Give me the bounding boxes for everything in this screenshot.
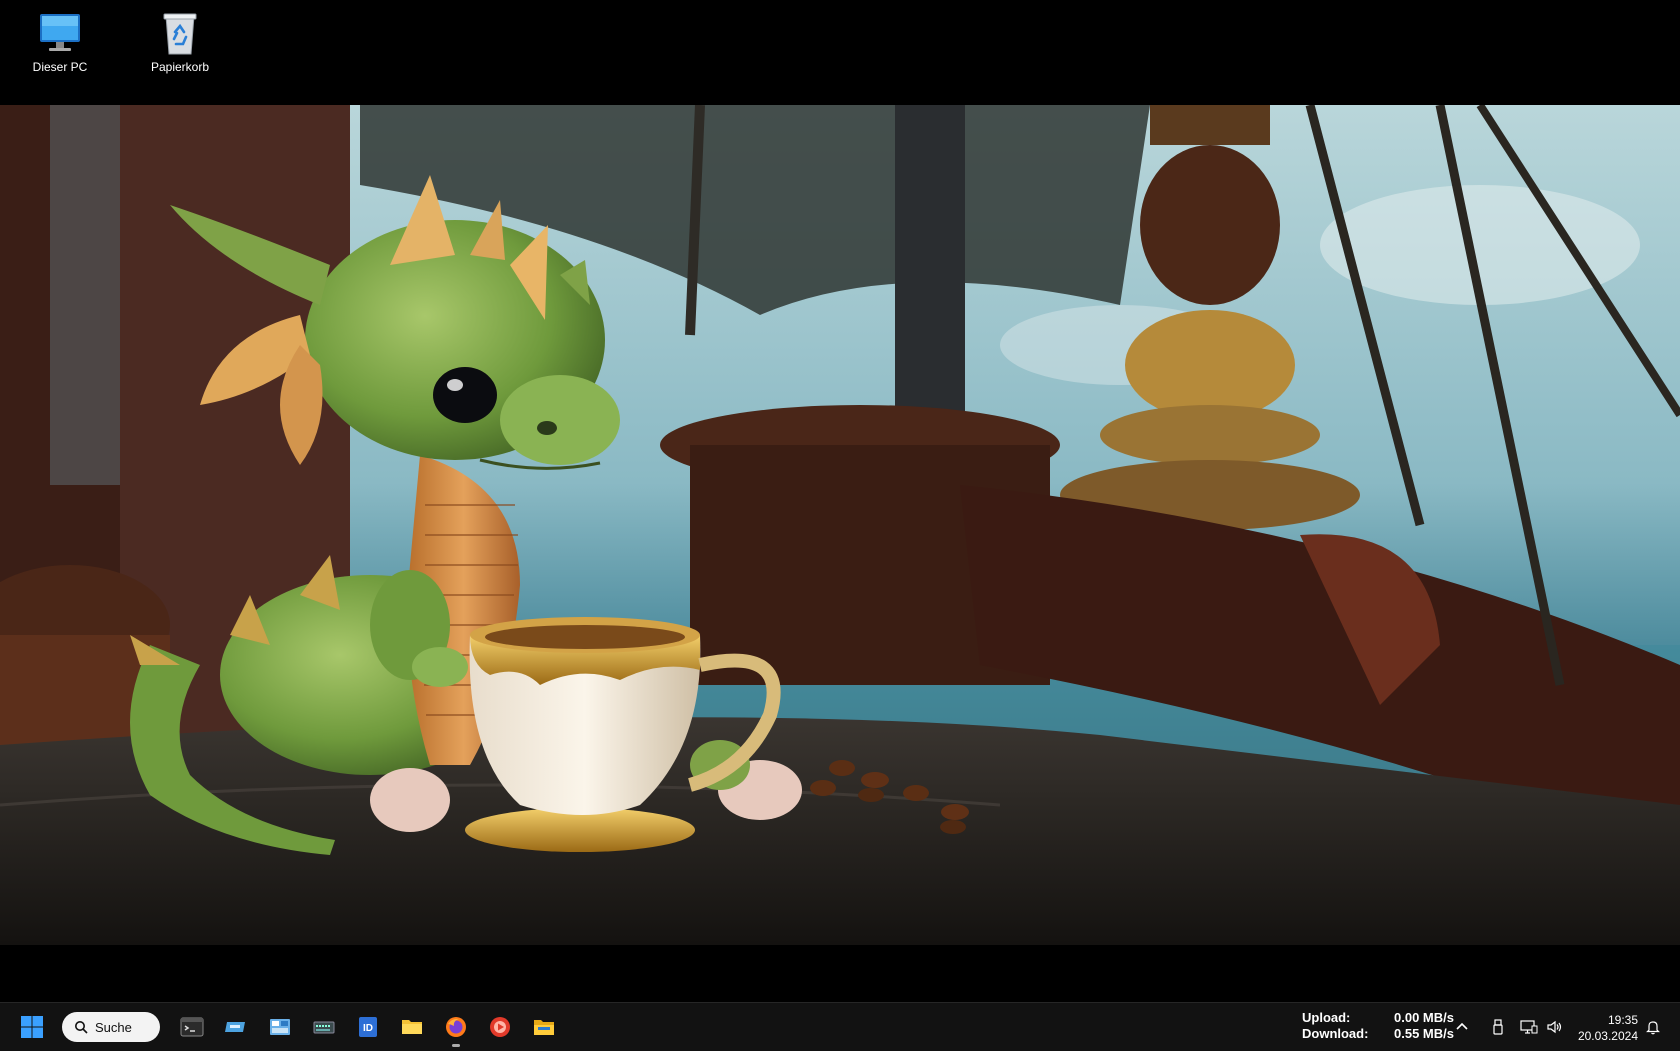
upload-value: 0.00 MB/s <box>1394 1010 1454 1025</box>
desktop-icon-label: Papierkorb <box>150 60 210 74</box>
desktop: Dieser PC Papierkorb <box>0 0 1680 1000</box>
notification-button[interactable] <box>1645 1003 1661 1051</box>
virtual-drive-icon <box>225 1022 245 1032</box>
file-explorer-icon <box>534 1020 554 1035</box>
id-app-icon: ID <box>359 1017 377 1037</box>
terminal-icon <box>180 1017 204 1037</box>
bell-icon <box>1646 1021 1660 1035</box>
desktop-icon-this-pc[interactable]: Dieser PC <box>10 2 110 74</box>
usb-icon <box>1493 1019 1503 1035</box>
recycle-bin-icon <box>157 10 203 56</box>
clock-time: 19:35 <box>1607 1013 1638 1027</box>
network-monitor-icon <box>313 1021 335 1034</box>
search-label: Suche <box>95 1019 132 1035</box>
start-button[interactable] <box>12 1007 52 1047</box>
upload-label: Upload: <box>1302 1010 1351 1025</box>
svg-text:ID: ID <box>363 1023 373 1034</box>
clock[interactable]: 19:35 20.03.2024 <box>1566 1012 1638 1044</box>
media-player-icon <box>490 1017 510 1037</box>
search-icon <box>75 1021 88 1034</box>
folder-icon <box>402 1020 422 1034</box>
taskbar-app-firefox[interactable] <box>436 1007 476 1047</box>
windows-logo-icon <box>21 1016 43 1038</box>
firefox-icon <box>446 1017 466 1037</box>
active-indicator <box>452 1044 460 1047</box>
taskbar-app-terminal[interactable] <box>172 1007 212 1047</box>
download-label: Download: <box>1302 1026 1369 1041</box>
taskbar: Suche ID Upload: 0.00 MB/s Download: 0.5… <box>0 1002 1680 1051</box>
monitor-icon <box>37 10 83 56</box>
wallpaper-image <box>0 105 1680 945</box>
wallpaper-illustration <box>0 105 1680 945</box>
network-speed-widget: Upload: 0.00 MB/s Download: 0.55 MB/s <box>1302 1010 1454 1042</box>
taskbar-app-control-panel[interactable] <box>260 1007 300 1047</box>
tray-overflow-button[interactable] <box>1454 1003 1470 1051</box>
display-network-icon <box>1520 1020 1538 1034</box>
tray-network-button[interactable] <box>1520 1003 1538 1051</box>
taskbar-app-folder[interactable] <box>392 1007 432 1047</box>
control-panel-icon <box>270 1019 290 1035</box>
clock-date: 20.03.2024 <box>1577 1029 1638 1043</box>
tray-volume-button[interactable] <box>1546 1003 1564 1051</box>
desktop-icon-recycle-bin[interactable]: Papierkorb <box>130 2 230 74</box>
taskbar-app-id[interactable]: ID <box>348 1007 388 1047</box>
search-box[interactable]: Suche <box>62 1012 160 1042</box>
taskbar-app-file-explorer[interactable] <box>524 1007 564 1047</box>
taskbar-app-network-monitor[interactable] <box>304 1007 344 1047</box>
tray-usb-button[interactable] <box>1490 1003 1506 1051</box>
desktop-icon-label: Dieser PC <box>32 60 88 74</box>
taskbar-app-virtual-drive[interactable] <box>216 1007 256 1047</box>
download-value: 0.55 MB/s <box>1394 1026 1454 1041</box>
taskbar-app-media-player[interactable] <box>480 1007 520 1047</box>
chevron-up-icon <box>1456 1022 1468 1030</box>
speaker-icon <box>1547 1020 1562 1034</box>
